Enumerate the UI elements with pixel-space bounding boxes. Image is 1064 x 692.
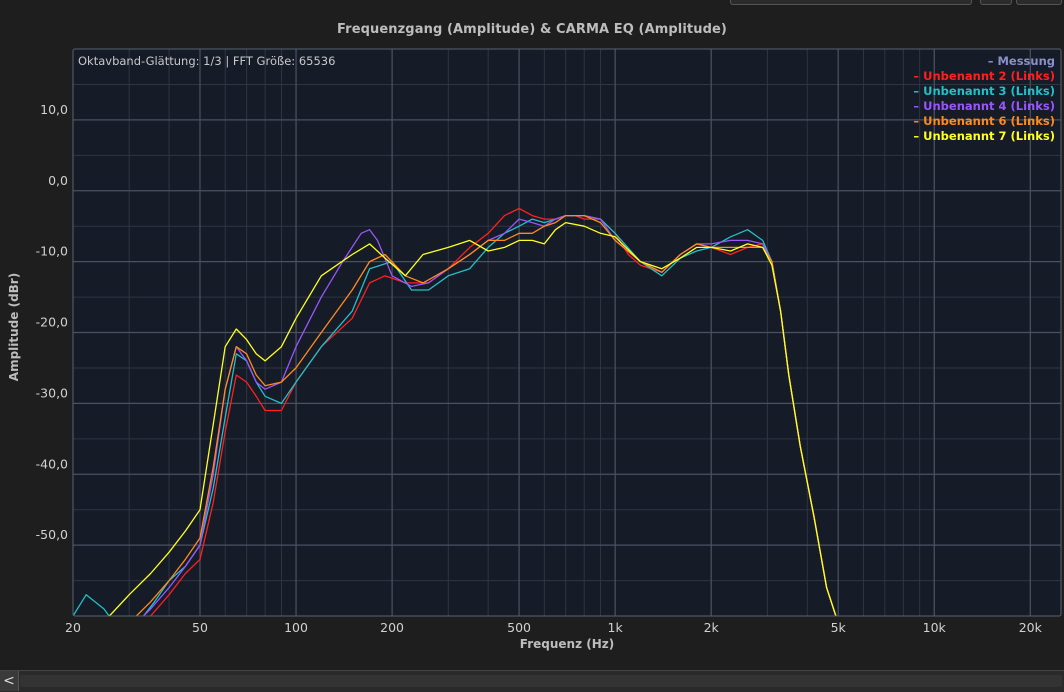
legend-item: – Unbenannt 7 (Links) bbox=[913, 129, 1055, 143]
legend-item: – Unbenannt 2 (Links) bbox=[913, 69, 1055, 83]
x-tick-label: 100 bbox=[284, 620, 308, 635]
y-tick-label: 0,0 bbox=[48, 173, 68, 188]
x-tick-label: 2k bbox=[704, 620, 720, 635]
frequency-response-chart[interactable]: Oktavband-Glättung: 1/3 | FFT Größe: 655… bbox=[0, 0, 1064, 670]
x-tick-label: 50 bbox=[192, 620, 208, 635]
legend-item: – Messung bbox=[988, 54, 1055, 68]
y-tick-label: -40,0 bbox=[36, 456, 68, 471]
x-tick-label: 200 bbox=[380, 620, 404, 635]
x-tick-label: 20k bbox=[1019, 620, 1043, 635]
scroll-track[interactable] bbox=[20, 675, 1062, 687]
y-tick-label: -10,0 bbox=[36, 244, 68, 259]
x-tick-label: 20 bbox=[65, 620, 81, 635]
horizontal-scrollbar[interactable]: < bbox=[0, 670, 1064, 692]
legend-item: – Unbenannt 6 (Links) bbox=[913, 114, 1055, 128]
y-tick-label: 10,0 bbox=[40, 102, 68, 117]
y-axis-ticks: 10,0 0,0 -10,0 -20,0 -30,0 -40,0 -50,0 bbox=[36, 102, 68, 542]
x-axis-label: Frequenz (Hz) bbox=[520, 637, 614, 651]
y-axis-label: Amplitude (dBr) bbox=[7, 273, 21, 381]
x-tick-label: 1k bbox=[608, 620, 624, 635]
y-tick-label: -20,0 bbox=[36, 315, 68, 330]
scroll-left-icon[interactable]: < bbox=[0, 671, 19, 691]
y-tick-label: -30,0 bbox=[36, 385, 68, 400]
legend-item: – Unbenannt 3 (Links) bbox=[913, 84, 1055, 98]
smoothing-info: Oktavband-Glättung: 1/3 | FFT Größe: 655… bbox=[78, 54, 335, 68]
y-tick-label: -50,0 bbox=[36, 527, 68, 542]
legend-item: – Unbenannt 4 (Links) bbox=[913, 99, 1055, 113]
x-tick-label: 5k bbox=[831, 620, 847, 635]
x-axis-ticks: 20 50 100 200 500 1k 2k 5k 10k 20k bbox=[65, 620, 1043, 635]
x-tick-label: 10k bbox=[923, 620, 947, 635]
x-tick-label: 500 bbox=[507, 620, 531, 635]
